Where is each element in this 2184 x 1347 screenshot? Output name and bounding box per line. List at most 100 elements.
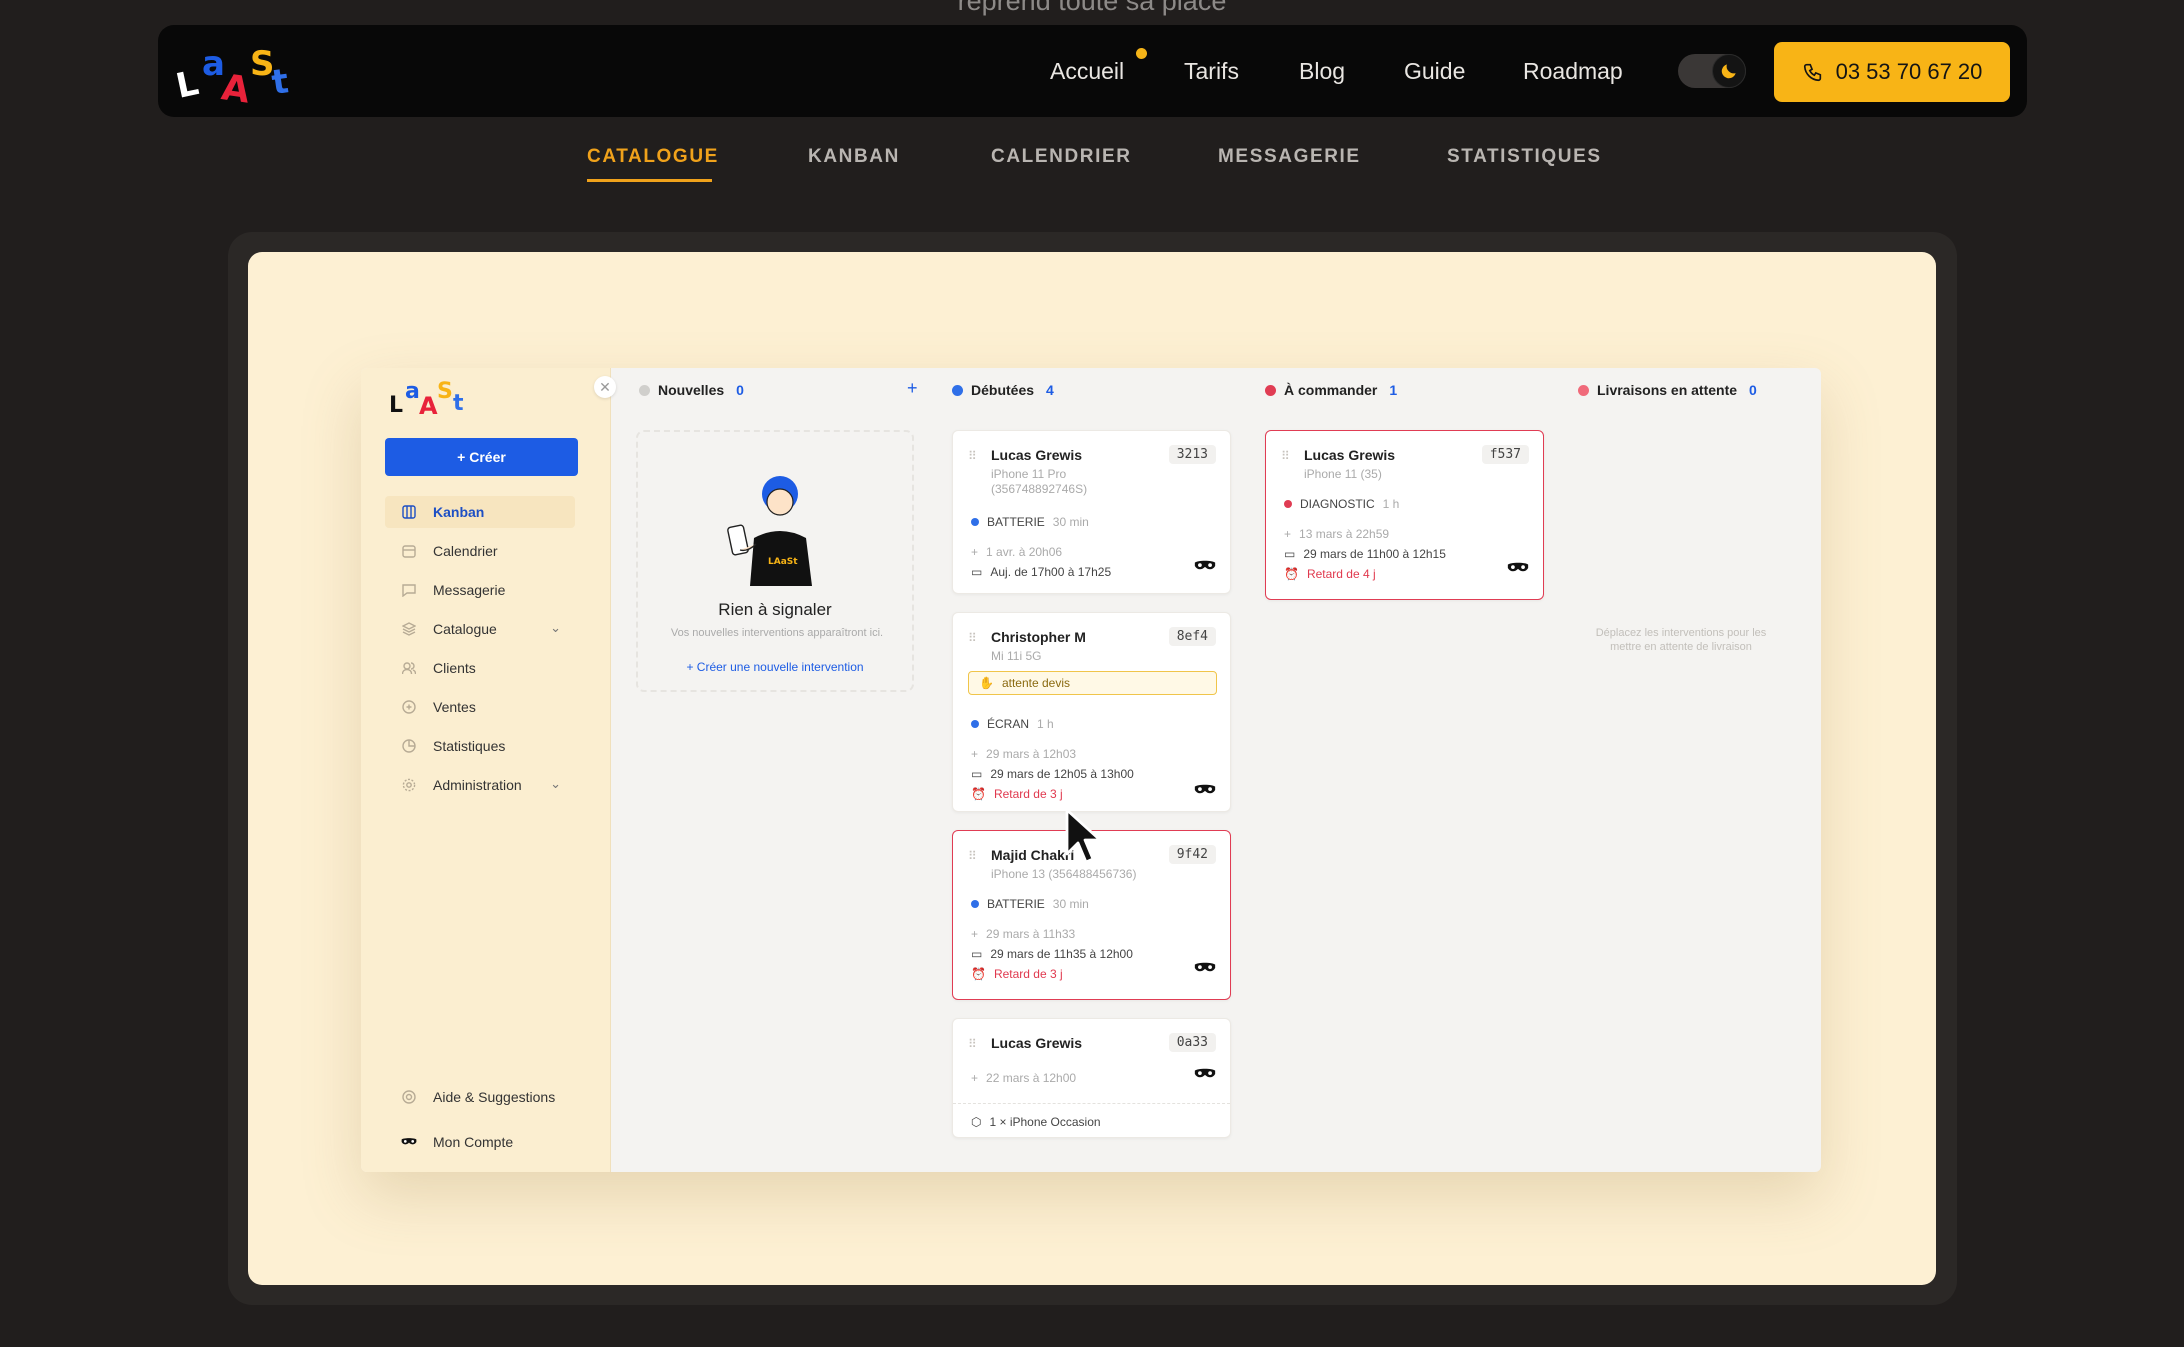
svg-text:A: A bbox=[219, 67, 252, 103]
drag-handle-icon[interactable]: ⠿ bbox=[968, 631, 977, 645]
card-created: + 1 avr. à 20h06 bbox=[971, 545, 1062, 559]
card-created: + 29 mars à 11h33 bbox=[971, 927, 1075, 941]
sidebar-item-clients[interactable]: Clients bbox=[385, 652, 575, 684]
intervention-card[interactable]: ⠿ Lucas Grewis f537 iPhone 11 (35) DIAGN… bbox=[1265, 430, 1544, 600]
sidebar-item-label: Clients bbox=[433, 660, 476, 676]
card-client-name: Lucas Grewis bbox=[991, 447, 1083, 463]
intervention-card[interactable]: ⠿ Christopher M 8ef4 Mi 11i 5G ✋ attente… bbox=[952, 612, 1231, 812]
sidebar-item-mon-compte[interactable]: Mon Compte bbox=[385, 1126, 575, 1158]
active-tab-underline bbox=[587, 179, 712, 182]
technician-avatar-icon bbox=[1194, 560, 1216, 570]
drag-handle-icon[interactable]: ⠿ bbox=[968, 1037, 977, 1051]
task-dot bbox=[971, 720, 979, 728]
nav-active-dot bbox=[1136, 48, 1147, 59]
intervention-card[interactable]: ⠿ Lucas Grewis 0a33 + 22 mars à 12h00 ⬡ … bbox=[952, 1018, 1231, 1138]
created-date: 13 mars à 22h59 bbox=[1299, 527, 1390, 541]
site-logo[interactable]: L a A S t bbox=[172, 37, 300, 103]
task-label: ÉCRAN bbox=[987, 717, 1030, 731]
card-item: ⬡ 1 × iPhone Occasion bbox=[971, 1115, 1101, 1129]
card-schedule: ▭ 29 mars de 11h35 à 12h00 bbox=[971, 947, 1133, 961]
sidebar-item-statistiques[interactable]: Statistiques bbox=[385, 730, 575, 762]
close-icon[interactable]: ✕ bbox=[594, 376, 616, 398]
card-task: ÉCRAN 1 h bbox=[971, 717, 1054, 731]
nav-link-roadmap[interactable]: Roadmap bbox=[1523, 25, 1623, 117]
sidebar-item-label: Mon Compte bbox=[433, 1134, 514, 1150]
column-title: Livraisons en attente bbox=[1597, 382, 1738, 398]
created-date: 1 avr. à 20h06 bbox=[986, 545, 1063, 559]
status-dot bbox=[952, 384, 963, 396]
theme-toggle[interactable] bbox=[1678, 54, 1746, 88]
chart-icon bbox=[401, 738, 417, 754]
sidebar-item-kanban[interactable]: Kanban bbox=[385, 496, 575, 528]
status-dot bbox=[1578, 384, 1589, 396]
tab-statistiques[interactable]: STATISTIQUES bbox=[1447, 146, 1602, 168]
nav-link-accueil[interactable]: Accueil bbox=[1050, 25, 1124, 117]
task-duration: 30 min bbox=[1052, 897, 1089, 911]
nav-link-blog[interactable]: Blog bbox=[1299, 25, 1345, 117]
column-count: 0 bbox=[1749, 382, 1757, 398]
help-icon bbox=[401, 1089, 417, 1105]
phone-number: 03 53 70 67 20 bbox=[1835, 59, 1983, 84]
create-intervention-link[interactable]: + Créer une nouvelle intervention bbox=[638, 660, 912, 674]
drag-handle-icon[interactable]: ⠿ bbox=[968, 449, 977, 463]
add-intervention-plus-icon[interactable]: + bbox=[907, 378, 918, 399]
schedule-text: 29 mars de 12h05 à 13h00 bbox=[990, 767, 1134, 781]
svg-text:L: L bbox=[389, 393, 403, 416]
sidebar-item-label: Catalogue bbox=[433, 621, 497, 637]
tab-kanban[interactable]: KANBAN bbox=[808, 146, 900, 168]
hero-text-fragment: reprend toute sa place bbox=[957, 0, 1227, 16]
drag-handle-icon[interactable]: ⠿ bbox=[968, 849, 977, 863]
drag-handle-icon[interactable]: ⠿ bbox=[1281, 449, 1290, 463]
card-schedule: ▭ 29 mars de 12h05 à 13h00 bbox=[971, 767, 1134, 781]
nav-link-tarifs[interactable]: Tarifs bbox=[1184, 25, 1239, 117]
delay-text: Retard de 4 j bbox=[1306, 567, 1376, 581]
alarm-icon: ⏰ bbox=[971, 787, 986, 801]
sidebar-item-catalogue[interactable]: Catalogue ⌄ bbox=[385, 613, 575, 645]
task-dot bbox=[971, 518, 979, 526]
column-count: 4 bbox=[1046, 382, 1054, 398]
card-device: iPhone 11 (35) bbox=[1304, 467, 1382, 481]
sidebar-item-label: Calendrier bbox=[433, 543, 498, 559]
sidebar-item-messagerie[interactable]: Messagerie bbox=[385, 574, 575, 606]
column-header-debutees: Débutées 4 bbox=[952, 378, 1054, 402]
card-id-badge: 9f42 bbox=[1168, 845, 1216, 864]
nav-link-guide[interactable]: Guide bbox=[1404, 25, 1465, 117]
sidebar-item-ventes[interactable]: Ventes bbox=[385, 691, 575, 723]
column-header-livraisons: Livraisons en attente 0 bbox=[1578, 378, 1757, 402]
moon-icon bbox=[1712, 54, 1746, 88]
card-task: BATTERIE 30 min bbox=[971, 897, 1089, 911]
sidebar-item-aide[interactable]: Aide & Suggestions bbox=[385, 1081, 575, 1113]
sidebar-item-calendrier[interactable]: Calendrier bbox=[385, 535, 575, 567]
chevron-down-icon: ⌄ bbox=[550, 620, 561, 635]
plus-icon: + bbox=[971, 545, 979, 559]
status-dot bbox=[639, 384, 650, 396]
column-title: À commander bbox=[1284, 382, 1378, 398]
task-label: DIAGNOSTIC bbox=[1300, 497, 1375, 511]
tab-catalogue[interactable]: CATALOGUE bbox=[587, 146, 719, 168]
sidebar-item-label: Administration bbox=[433, 777, 522, 793]
task-duration: 30 min bbox=[1052, 515, 1089, 529]
intervention-card[interactable]: ⠿ Lucas Grewis 3213 iPhone 11 Pro (35674… bbox=[952, 430, 1231, 594]
sidebar-item-administration[interactable]: Administration ⌄ bbox=[385, 769, 575, 801]
plus-icon: + bbox=[1284, 527, 1292, 541]
card-id-badge: 0a33 bbox=[1168, 1033, 1216, 1052]
card-id-badge: 3213 bbox=[1168, 445, 1216, 464]
created-date: 22 mars à 12h00 bbox=[986, 1071, 1077, 1085]
card-task: BATTERIE 30 min bbox=[971, 515, 1089, 529]
card-client-name: Lucas Grewis bbox=[991, 1035, 1083, 1051]
phone-call-button[interactable]: 03 53 70 67 20 bbox=[1774, 42, 2010, 102]
svg-text:t: t bbox=[453, 391, 464, 416]
tab-messagerie[interactable]: MESSAGERIE bbox=[1218, 146, 1361, 168]
column-header-a-commander: À commander 1 bbox=[1265, 378, 1397, 402]
task-dot bbox=[1284, 500, 1292, 508]
task-label: BATTERIE bbox=[987, 515, 1045, 529]
status-dot bbox=[1265, 384, 1276, 396]
empty-state-title: Rien à signaler bbox=[718, 600, 832, 619]
avatar-icon bbox=[401, 1134, 417, 1150]
svg-text:t: t bbox=[269, 61, 291, 103]
card-delay: ⏰ Retard de 3 j bbox=[971, 787, 1063, 801]
create-button[interactable]: + Créer bbox=[385, 438, 578, 476]
tab-calendrier[interactable]: CALENDRIER bbox=[991, 146, 1132, 168]
column-title: Nouvelles bbox=[658, 382, 725, 398]
technician-avatar-icon bbox=[1194, 962, 1216, 972]
